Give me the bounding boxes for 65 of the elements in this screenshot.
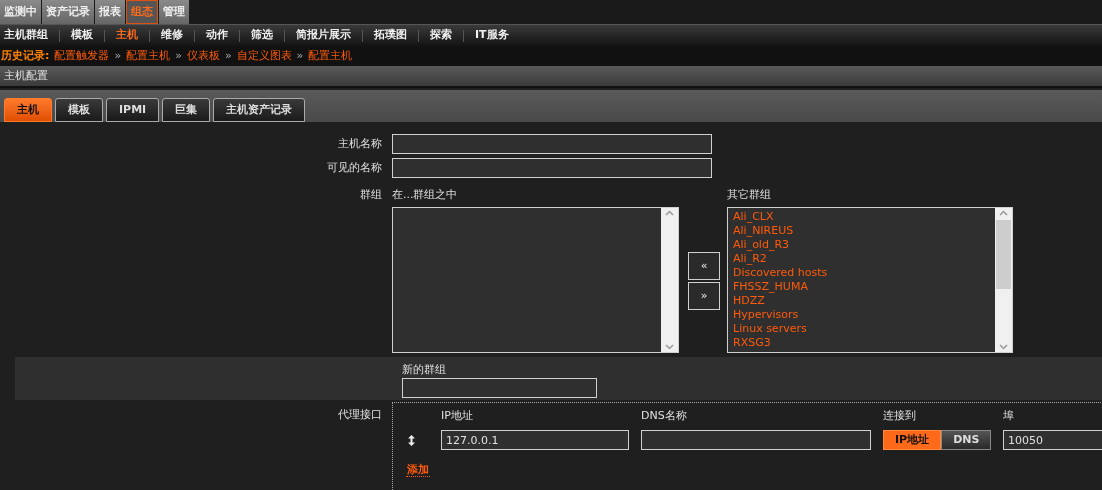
group-option[interactable]: Ali_R2: [733, 252, 995, 266]
column-header: IP地址: [441, 408, 474, 424]
section-header: 主机配置: [0, 66, 1102, 88]
dns-name-field[interactable]: [641, 430, 871, 450]
sub-menu-item[interactable]: 动作: [206, 27, 228, 44]
sub-menu-item[interactable]: 拓璞图: [374, 27, 407, 44]
sub-menu-item[interactable]: 模板: [71, 27, 93, 44]
connect-toggle[interactable]: DNS: [941, 430, 992, 450]
move-right-button[interactable]: »: [688, 282, 720, 310]
top-menu-tab[interactable]: 报表: [95, 0, 125, 24]
tab[interactable]: 模板: [55, 98, 103, 122]
list-title: 其它群组: [727, 187, 772, 203]
group-option[interactable]: Ali_old_R3: [733, 238, 995, 252]
sub-menu-item[interactable]: 主机群组: [4, 27, 48, 44]
column-header: DNS名称: [641, 408, 688, 424]
sub-menu-item[interactable]: 筛选: [251, 27, 273, 44]
connect-toggle[interactable]: IP地址: [883, 430, 942, 450]
tab[interactable]: 巨集: [162, 98, 211, 122]
history-link[interactable]: 配置主机: [126, 47, 171, 65]
history-link[interactable]: 配置触发器: [54, 47, 110, 65]
field-label: 代理接口: [338, 408, 382, 421]
tab[interactable]: 主机: [4, 98, 52, 122]
group-option[interactable]: Ali_NIREUS: [733, 224, 995, 238]
breadcrumb-separator: »: [114, 47, 122, 64]
in-groups-listbox[interactable]: [392, 207, 679, 353]
field-label: 新的群组: [402, 362, 447, 378]
drag-handle-icon[interactable]: [408, 434, 415, 446]
group-option[interactable]: Hypervisors: [733, 308, 995, 322]
breadcrumb-separator: »: [175, 47, 182, 64]
port-field[interactable]: 10050: [1003, 430, 1102, 450]
host-name-field[interactable]: [392, 134, 712, 154]
group-option[interactable]: Linux servers: [733, 322, 995, 336]
new-group-field[interactable]: [402, 378, 597, 398]
top-menu-tab[interactable]: 资产记录: [42, 0, 94, 24]
sub-menu-item[interactable]: 探索: [430, 27, 452, 44]
sub-menu-item[interactable]: 维修: [161, 27, 183, 44]
field-label: 群组: [360, 188, 382, 201]
group-option[interactable]: Ali_CLX: [733, 210, 995, 224]
sub-menu-item[interactable]: IT服务: [475, 27, 509, 44]
sub-menu-item[interactable]: 简报片展示: [296, 27, 351, 44]
ip-field[interactable]: 127.0.0.1: [441, 430, 629, 450]
top-menu-tab[interactable]: 监测中: [0, 0, 41, 24]
column-header: 埠: [1003, 408, 1014, 424]
add-link[interactable]: 添加: [406, 463, 430, 477]
history-link[interactable]: 仪表板: [186, 47, 220, 65]
top-menu-tab[interactable]: 管理: [159, 0, 189, 24]
visible-name-field[interactable]: [392, 158, 712, 178]
breadcrumb-separator: »: [224, 47, 232, 64]
sub-menu-item[interactable]: 主机: [116, 27, 138, 44]
breadcrumb-separator: »: [296, 47, 304, 64]
group-option[interactable]: FHSSZ_HUMA: [733, 280, 995, 294]
history-link[interactable]: 配置主机: [308, 47, 353, 65]
tab[interactable]: 主机资产记录: [213, 98, 306, 122]
move-left-button[interactable]: «: [688, 252, 720, 280]
field-label: 可见的名称: [327, 160, 382, 174]
history-label: 历史记录:: [1, 47, 50, 64]
other-groups-listbox[interactable]: Ali_CLX Ali_NIREUS Ali_old_R3 Ali_R2 Discovered hosts FHSSZ_HUMA HDZZ Hypervisors Linux servers RXSG3: [727, 207, 1013, 353]
field-label: 主机名称: [338, 136, 382, 150]
list-title: 在...群组之中: [392, 187, 459, 203]
tab[interactable]: IPMI: [106, 98, 160, 122]
column-header: 连接到: [883, 408, 917, 424]
history-link[interactable]: 自定义图表: [236, 47, 292, 65]
group-option[interactable]: HDZZ: [733, 294, 995, 308]
group-option[interactable]: RXSG3: [733, 336, 995, 350]
group-option[interactable]: Discovered hosts: [733, 266, 995, 280]
